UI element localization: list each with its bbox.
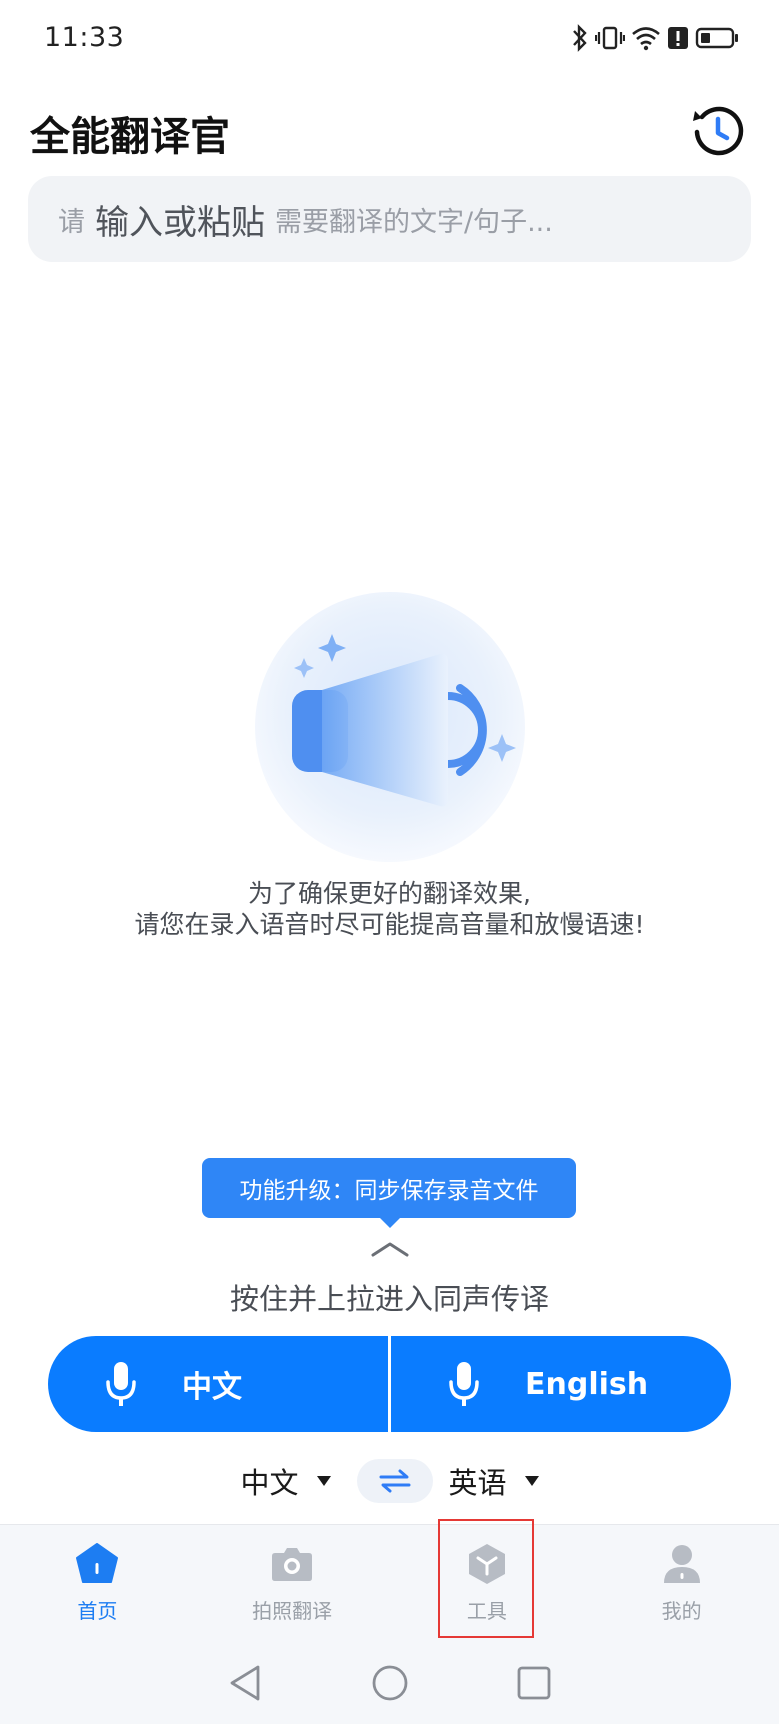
caret-down-icon xyxy=(316,1476,331,1486)
target-language-select[interactable]: 英语 xyxy=(449,1460,539,1502)
search-input[interactable]: 请 输入或粘贴 需要翻译的文字/句子... xyxy=(28,176,751,262)
search-placeholder-suffix: 需要翻译的文字/句子... xyxy=(275,206,553,238)
status-time: 11:33 xyxy=(44,22,125,53)
microphone-icon xyxy=(449,1362,479,1406)
nav-label-home: 首页 xyxy=(77,1599,118,1623)
nav-label-photo-translate: 拍照翻译 xyxy=(252,1599,333,1623)
target-language-label: 英语 xyxy=(448,1466,507,1500)
tip-line-1: 为了确保更好的翻译效果, xyxy=(248,879,531,908)
tooltip-arrow xyxy=(378,1216,402,1228)
alert-icon xyxy=(668,27,688,49)
simultaneous-interpretation-hint: 按住并上拉进入同声传译 xyxy=(229,1282,549,1316)
chevron-up-icon xyxy=(370,1240,410,1262)
voice-input-chinese-button[interactable]: 中文 xyxy=(48,1336,388,1432)
voice-input-chinese-label: 中文 xyxy=(182,1370,242,1405)
speaker-icon xyxy=(255,592,525,862)
nav-item-home[interactable]: 首页 xyxy=(0,1525,195,1643)
wifi-icon xyxy=(632,27,660,51)
app-title: 全能翻译官 xyxy=(30,114,230,160)
voice-input-english-label: English xyxy=(525,1366,649,1402)
search-placeholder-emphasis: 输入或粘贴 xyxy=(95,202,265,243)
bluetooth-icon xyxy=(573,24,587,52)
microphone-icon xyxy=(106,1362,136,1406)
system-nav-bar xyxy=(0,1642,779,1724)
feature-upgrade-tooltip[interactable]: 功能升级：同步保存录音文件 xyxy=(202,1158,576,1218)
back-icon[interactable] xyxy=(226,1663,266,1703)
highlight-box xyxy=(438,1519,534,1638)
swap-icon xyxy=(379,1469,410,1493)
battery-icon xyxy=(695,27,738,49)
voice-input-english-button[interactable]: English xyxy=(391,1336,731,1432)
tip-text: 为了确保更好的翻译效果, 请您在录入语音时尽可能提高音量和放慢语速! xyxy=(0,878,779,940)
history-icon xyxy=(693,106,744,156)
camera-icon xyxy=(272,1548,313,1581)
speaker-illustration xyxy=(252,592,532,862)
home-icon xyxy=(76,1543,119,1583)
user-icon xyxy=(663,1545,700,1583)
history-button[interactable] xyxy=(689,102,745,158)
nav-label-me: 我的 xyxy=(661,1599,702,1623)
language-selector-row: 中文 英语 xyxy=(0,1458,779,1504)
recents-icon[interactable] xyxy=(514,1663,554,1703)
home-circle-icon[interactable] xyxy=(370,1663,410,1703)
source-language-select[interactable]: 中文 xyxy=(240,1460,331,1502)
vibrate-icon xyxy=(595,26,625,50)
source-language-label: 中文 xyxy=(240,1466,299,1500)
tip-line-2: 请您在录入语音时尽可能提高音量和放慢语速! xyxy=(134,910,645,939)
nav-item-photo-translate[interactable]: 拍照翻译 xyxy=(195,1525,390,1643)
caret-down-icon xyxy=(524,1476,539,1486)
bottom-nav: 首页 拍照翻译 工具 我的 xyxy=(0,1524,779,1643)
status-icons xyxy=(571,22,739,54)
nav-item-me[interactable]: 我的 xyxy=(584,1525,779,1643)
search-placeholder-prefix: 请 xyxy=(58,206,85,238)
voice-input-bar: 中文 English xyxy=(48,1336,731,1432)
swap-languages-button[interactable] xyxy=(356,1459,433,1503)
